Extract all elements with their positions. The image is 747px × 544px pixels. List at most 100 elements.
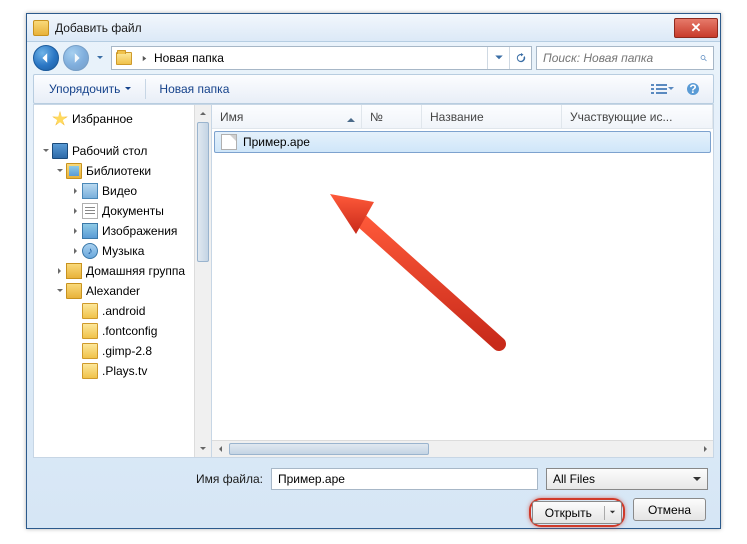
sidebar: Избранное Рабочий стол Библиотеки Видео … [33, 104, 211, 458]
column-headers: Имя № Название Участвующие ис... [212, 105, 713, 129]
tree-label: Домашняя группа [86, 264, 185, 278]
file-type-filter[interactable]: All Files [546, 468, 708, 490]
horizontal-scrollbar[interactable] [212, 440, 713, 457]
column-artists[interactable]: Участвующие ис... [562, 105, 713, 128]
scroll-right-icon[interactable] [696, 441, 713, 457]
breadcrumb-sep-icon [138, 55, 150, 62]
column-name[interactable]: Имя [212, 105, 362, 128]
folder-tree: Избранное Рабочий стол Библиотеки Видео … [34, 105, 211, 385]
column-label: Имя [220, 110, 243, 124]
cancel-button[interactable]: Отмена [633, 498, 706, 521]
user-icon [66, 283, 82, 299]
sidebar-item-desktop[interactable]: Рабочий стол [36, 141, 209, 161]
filename-input[interactable] [271, 468, 538, 490]
help-button[interactable]: ? [679, 78, 707, 100]
music-icon [82, 243, 98, 259]
address-bar[interactable]: Новая папка [111, 46, 532, 70]
search-icon [700, 51, 707, 65]
app-icon [33, 20, 49, 36]
chevron-down-icon [124, 85, 132, 93]
sidebar-item-documents[interactable]: Документы [36, 201, 209, 221]
search-input[interactable] [543, 51, 700, 65]
sidebar-item-user[interactable]: Alexander [36, 281, 209, 301]
filename-label: Имя файла: [39, 472, 271, 486]
tree-label: Alexander [86, 284, 140, 298]
forward-button[interactable] [63, 45, 89, 71]
folder-icon [116, 52, 132, 65]
tree-label: Документы [102, 204, 164, 218]
organize-menu[interactable]: Упорядочить [40, 77, 141, 101]
scrollbar-thumb[interactable] [229, 443, 429, 455]
bottom-panel: Имя файла: All Files Открыть Отмена [27, 458, 720, 539]
tree-label: .gimp-2.8 [102, 344, 152, 358]
folder-icon [82, 303, 98, 319]
tree-label: Библиотеки [86, 164, 151, 178]
chevron-down-icon [667, 85, 675, 93]
file-row[interactable]: Пример.ape [214, 131, 711, 153]
column-label: Участвующие ис... [570, 110, 672, 124]
folder-icon [82, 363, 98, 379]
tree-label: Избранное [72, 112, 133, 126]
library-icon [66, 163, 82, 179]
sidebar-item-music[interactable]: Музыка [36, 241, 209, 261]
tree-label: Музыка [102, 244, 144, 258]
sidebar-item-libraries[interactable]: Библиотеки [36, 161, 209, 181]
sidebar-item-homegroup[interactable]: Домашняя группа [36, 261, 209, 281]
video-icon [82, 183, 98, 199]
tree-label: Изображения [102, 224, 177, 238]
file-list[interactable]: Пример.ape [212, 129, 713, 440]
tree-label: Рабочий стол [72, 144, 147, 158]
sidebar-item-folder[interactable]: .gimp-2.8 [36, 341, 209, 361]
view-mode-button[interactable] [649, 78, 677, 100]
pictures-icon [82, 223, 98, 239]
folder-icon [82, 323, 98, 339]
desktop-icon [52, 143, 68, 159]
window-title: Добавить файл [55, 21, 674, 35]
scroll-up-icon[interactable] [195, 105, 211, 122]
new-folder-label: Новая папка [159, 82, 229, 96]
tree-label: .android [102, 304, 145, 318]
homegroup-icon [66, 263, 82, 279]
svg-text:?: ? [689, 82, 696, 96]
open-file-dialog: Добавить файл ✕ Новая папка Упорядочить … [26, 13, 721, 529]
file-name: Пример.ape [243, 135, 310, 149]
open-label: Открыть [545, 506, 592, 520]
toolbar-separator [145, 79, 146, 99]
toolbar: Упорядочить Новая папка ? [33, 74, 714, 104]
tree-label: .fontconfig [102, 324, 157, 338]
document-icon [82, 203, 98, 219]
sidebar-item-folder[interactable]: .android [36, 301, 209, 321]
scrollbar-thumb[interactable] [197, 122, 209, 262]
organize-label: Упорядочить [49, 82, 120, 96]
tree-label: .Plays.tv [102, 364, 147, 378]
sidebar-item-folder[interactable]: .Plays.tv [36, 361, 209, 381]
close-button[interactable]: ✕ [674, 18, 718, 38]
address-dropdown[interactable] [487, 47, 509, 69]
sidebar-item-pictures[interactable]: Изображения [36, 221, 209, 241]
breadcrumb-current[interactable]: Новая папка [150, 47, 228, 69]
column-number[interactable]: № [362, 105, 422, 128]
cancel-label: Отмена [648, 503, 691, 517]
open-button[interactable]: Открыть [532, 501, 622, 524]
new-folder-button[interactable]: Новая папка [150, 77, 238, 101]
folder-icon [82, 343, 98, 359]
open-dropdown[interactable] [605, 509, 621, 516]
scroll-left-icon[interactable] [212, 441, 229, 457]
nav-history-dropdown[interactable] [93, 47, 107, 69]
file-icon [221, 134, 237, 150]
sidebar-item-favorites[interactable]: Избранное [36, 109, 209, 129]
sidebar-item-folder[interactable]: .fontconfig [36, 321, 209, 341]
back-button[interactable] [33, 45, 59, 71]
sidebar-scrollbar[interactable] [194, 105, 211, 457]
breadcrumb-root[interactable] [112, 47, 138, 69]
search-box[interactable] [536, 46, 714, 70]
column-title[interactable]: Название [422, 105, 562, 128]
file-pane: Имя № Название Участвующие ис... Пример.… [211, 104, 714, 458]
scroll-down-icon[interactable] [195, 440, 211, 457]
nav-row: Новая папка [27, 42, 720, 74]
sidebar-item-video[interactable]: Видео [36, 181, 209, 201]
titlebar: Добавить файл ✕ [27, 14, 720, 42]
refresh-button[interactable] [509, 47, 531, 69]
star-icon [52, 111, 68, 127]
tree-label: Видео [102, 184, 137, 198]
